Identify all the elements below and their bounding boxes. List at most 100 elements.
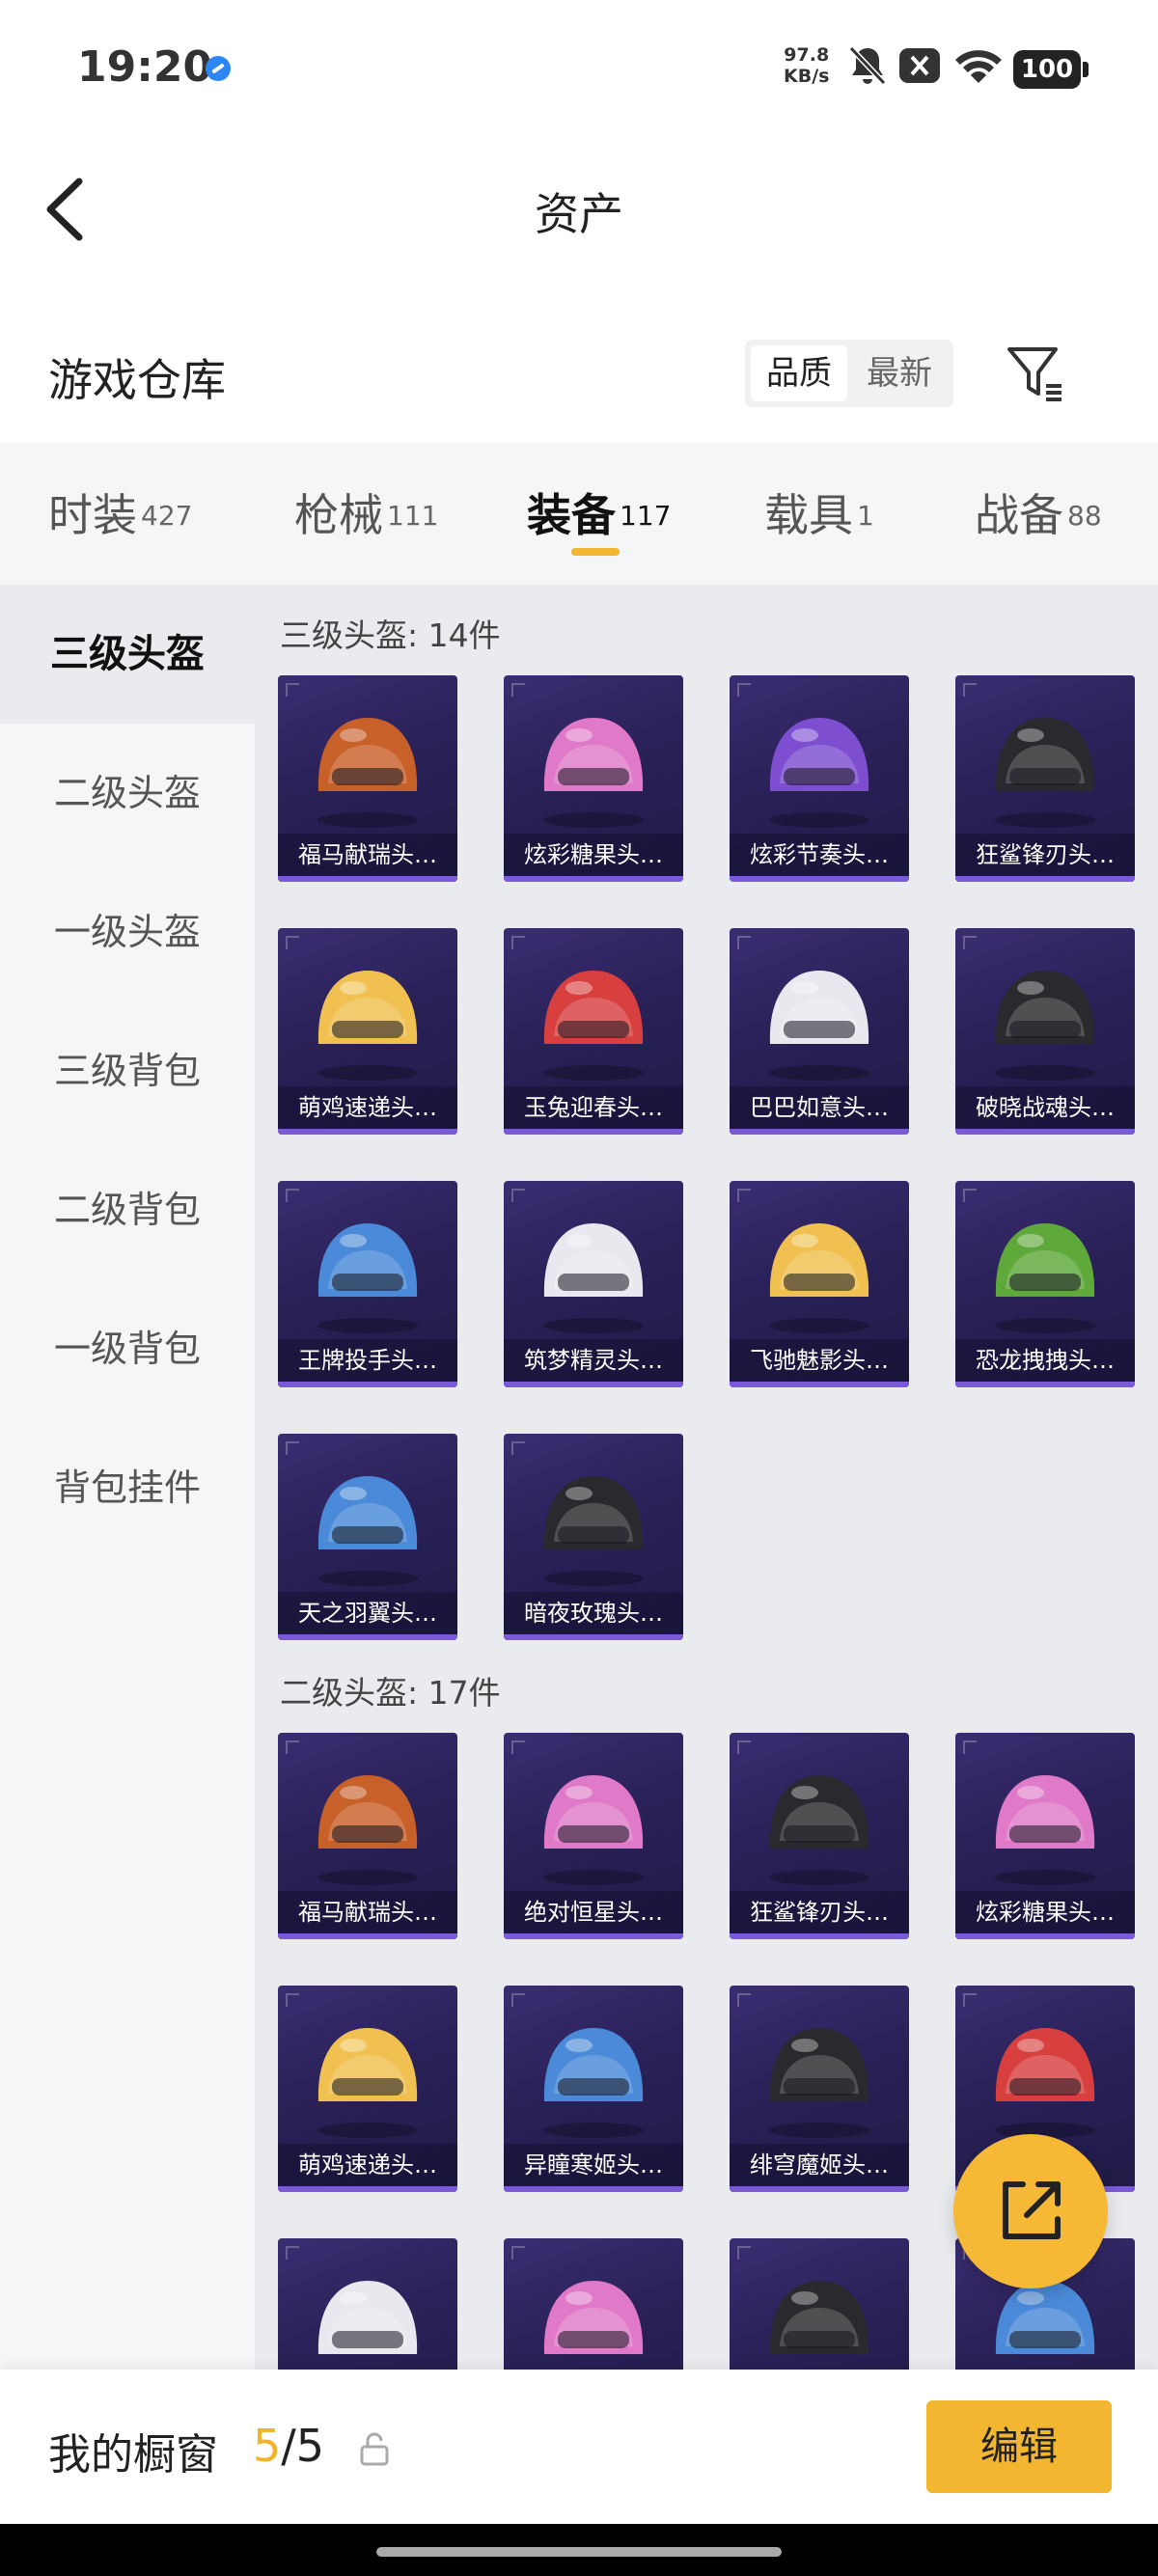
item-name: 炫彩节奏头… <box>730 834 909 876</box>
item-card[interactable] <box>730 2238 909 2370</box>
status-bar: 19:20 97.8 KB/s 100 <box>0 0 1158 135</box>
helmet-icon <box>769 2281 869 2354</box>
item-card[interactable]: 绯穹魔姬头… <box>730 1986 909 2192</box>
item-name: 恐龙拽拽头… <box>955 1339 1135 1382</box>
item-card[interactable]: 炫彩糖果头… <box>504 675 683 882</box>
sidebar-item-level3-helmet[interactable]: 三级头盔 <box>0 585 255 724</box>
helmet-icon <box>769 1223 869 1333</box>
tab-combat-gear[interactable]: 战备 88 <box>975 480 1102 541</box>
helmet-icon <box>317 1476 418 1586</box>
wifi-icon <box>955 50 1002 83</box>
item-name: 筑梦精灵头… <box>504 1339 683 1382</box>
item-card[interactable]: 王牌投手头… <box>278 1181 457 1387</box>
showcase-bar: 我的橱窗 5/5 编辑 <box>0 2370 1158 2524</box>
showcase-label: 我的橱窗 <box>48 2430 218 2480</box>
item-card[interactable]: 暗夜玫瑰头… <box>504 1434 683 1640</box>
item-name: 萌鸡速递头… <box>278 1086 457 1129</box>
home-indicator[interactable] <box>376 2547 782 2557</box>
item-name: 暗夜玫瑰头… <box>504 1592 683 1634</box>
page-title: 资产 <box>535 188 623 240</box>
helmet-icon <box>543 1775 644 1885</box>
helmet-icon <box>543 1476 644 1586</box>
share-button[interactable] <box>953 2134 1108 2288</box>
item-card[interactable]: 破晓战魂头… <box>955 928 1135 1135</box>
item-card[interactable]: 炫彩节奏头… <box>730 675 909 882</box>
showcase-count: 5/5 <box>253 2420 324 2472</box>
item-name: 绝对恒星头… <box>504 1891 683 1933</box>
item-card[interactable] <box>504 2238 683 2370</box>
tab-count: 111 <box>387 499 439 532</box>
item-card[interactable]: 炫彩糖果头… <box>955 1733 1135 1939</box>
sidebar-item-level3-backpack[interactable]: 三级背包 <box>0 1001 255 1140</box>
item-card[interactable]: 飞驰魅影头… <box>730 1181 909 1387</box>
item-name: 炫彩糖果头… <box>955 1891 1135 1933</box>
item-name: 天之羽翼头… <box>278 1592 457 1634</box>
tab-count: 88 <box>1067 499 1102 532</box>
item-name: 福马献瑞头… <box>278 834 457 876</box>
sidebar-item-level2-helmet[interactable]: 二级头盔 <box>0 724 255 863</box>
item-card[interactable]: 巴巴如意头… <box>730 928 909 1135</box>
tab-fashion[interactable]: 时装 427 <box>48 480 193 541</box>
helmet-icon <box>995 1775 1095 1885</box>
unlock-icon[interactable] <box>359 2431 390 2466</box>
helmet-icon <box>995 718 1095 828</box>
item-card[interactable]: 福马献瑞头… <box>278 675 457 882</box>
item-card[interactable]: 狂鲨锋刃头… <box>730 1733 909 1939</box>
sort-quality-button[interactable]: 品质 <box>751 345 847 401</box>
group-title-level3: 三级头盔: 14件 <box>280 617 501 654</box>
filter-icon[interactable] <box>1004 342 1067 405</box>
helmet-icon <box>543 1223 644 1333</box>
item-card[interactable]: 筑梦精灵头… <box>504 1181 683 1387</box>
sidebar-item-level2-backpack[interactable]: 二级背包 <box>0 1140 255 1279</box>
mute-icon <box>848 45 887 86</box>
system-nav-bar <box>0 2524 1158 2576</box>
item-card[interactable]: 恐龙拽拽头… <box>955 1181 1135 1387</box>
tab-vehicles[interactable]: 载具 1 <box>764 480 874 541</box>
subcategory-sidebar: 三级头盔 二级头盔 一级头盔 三级背包 二级背包 一级背包 背包挂件 <box>0 585 255 2370</box>
tab-firearms[interactable]: 枪械 111 <box>294 480 439 541</box>
helmet-icon <box>543 718 644 828</box>
tab-count: 427 <box>141 499 193 532</box>
tab-label: 装备 <box>527 489 616 541</box>
item-card[interactable]: 绝对恒星头… <box>504 1733 683 1939</box>
item-name: 炫彩糖果头… <box>504 834 683 876</box>
helmet-icon <box>769 2028 869 2138</box>
item-card[interactable] <box>278 2238 457 2370</box>
item-name: 异瞳寒姬头… <box>504 2144 683 2186</box>
item-card[interactable]: 福马献瑞头… <box>278 1733 457 1939</box>
helmet-icon <box>769 1775 869 1885</box>
edit-button[interactable]: 编辑 <box>926 2400 1112 2493</box>
status-time: 19:20 <box>77 42 213 92</box>
sidebar-item-backpack-charm[interactable]: 背包挂件 <box>0 1418 255 1557</box>
helmet-icon <box>317 1775 418 1885</box>
sidebar-item-level1-helmet[interactable]: 一级头盔 <box>0 863 255 1001</box>
helmet-icon <box>543 2028 644 2138</box>
item-card[interactable]: 萌鸡速递头… <box>278 928 457 1135</box>
showcase-total: /5 <box>281 2420 325 2472</box>
item-name: 绯穹魔姬头… <box>730 2144 909 2186</box>
item-name: 萌鸡速递头… <box>278 2144 457 2186</box>
helmet-icon <box>769 971 869 1081</box>
tab-label: 枪械 <box>294 489 383 541</box>
helmet-icon <box>317 2281 418 2354</box>
sort-newest-button[interactable]: 最新 <box>851 345 948 401</box>
helmet-icon <box>317 1223 418 1333</box>
item-name: 破晓战魂头… <box>955 1086 1135 1129</box>
item-card[interactable]: 异瞳寒姬头… <box>504 1986 683 2192</box>
helmet-icon <box>317 718 418 828</box>
helmet-icon <box>543 971 644 1081</box>
tab-count: 117 <box>620 499 672 532</box>
tab-equipment[interactable]: 装备 117 <box>527 480 672 541</box>
item-grid-area[interactable]: 三级头盔: 14件 二级头盔: 17件 福马献瑞头… 炫彩糖果头… 炫彩节奏头… 狂鲨… <box>255 585 1158 2370</box>
item-name: 狂鲨锋刃头… <box>730 1891 909 1933</box>
item-card[interactable]: 玉兔迎春头… <box>504 928 683 1135</box>
tab-label: 载具 <box>764 489 853 541</box>
item-name: 玉兔迎春头… <box>504 1086 683 1129</box>
helmet-icon <box>317 2028 418 2138</box>
share-external-icon <box>1003 2181 1061 2239</box>
item-card[interactable]: 萌鸡速递头… <box>278 1986 457 2192</box>
item-card[interactable]: 天之羽翼头… <box>278 1434 457 1640</box>
warehouse-title: 游戏仓库 <box>48 354 226 406</box>
item-card[interactable]: 狂鲨锋刃头… <box>955 675 1135 882</box>
sidebar-item-level1-backpack[interactable]: 一级背包 <box>0 1279 255 1418</box>
